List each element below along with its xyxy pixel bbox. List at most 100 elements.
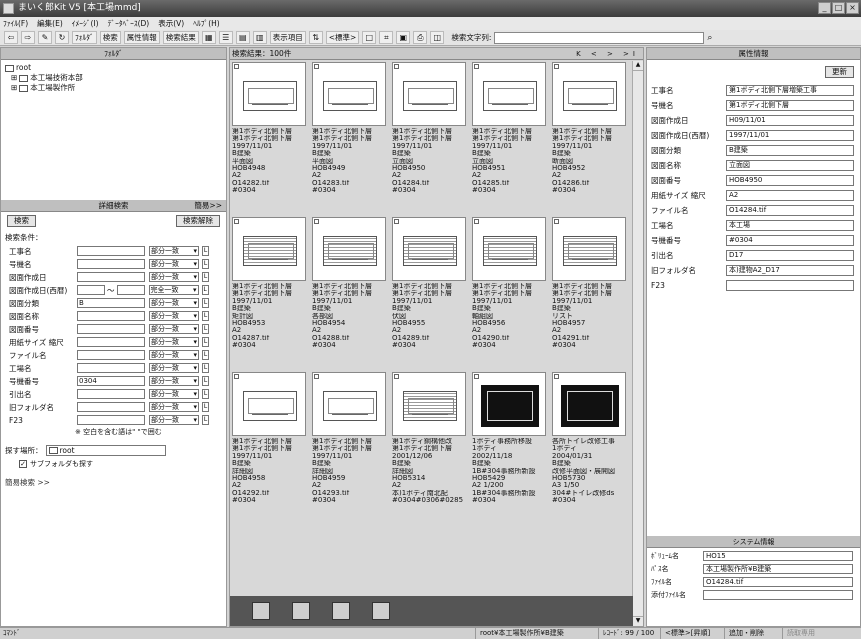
select-flag-icon[interactable] xyxy=(554,64,559,69)
results-button[interactable]: 検索結果 xyxy=(162,31,199,44)
scroll-up-icon[interactable]: ▲ xyxy=(633,61,643,71)
condition-input[interactable] xyxy=(77,246,145,256)
result-card[interactable]: 第1ボディ北側下層 第1ボディ北側下層 1997/11/01 B建築 立面図 HOB495… xyxy=(392,62,466,202)
drawing-thumbnail[interactable] xyxy=(472,372,546,436)
tree-node-root[interactable]: root xyxy=(5,63,222,73)
list-picker-icon[interactable]: L xyxy=(202,311,209,321)
detail-search-button[interactable]: 検索 xyxy=(7,215,36,227)
match-mode-select[interactable]: 部分一致 xyxy=(149,337,199,347)
select-flag-icon[interactable] xyxy=(474,374,479,379)
select-flag-icon[interactable] xyxy=(394,219,399,224)
list-picker-icon[interactable]: L xyxy=(202,402,209,412)
pencil-icon[interactable]: ✎ xyxy=(38,31,52,44)
result-card[interactable]: 第1ボディ北側下層 第1ボディ北側下層 1997/11/01 B建築 リスト HOB495… xyxy=(552,217,626,357)
save-icon[interactable]: ▣ xyxy=(396,31,411,44)
refresh-icon[interactable]: ↻ xyxy=(55,31,69,44)
forward-icon[interactable]: ⇨ xyxy=(21,31,35,44)
select-flag-icon[interactable] xyxy=(554,374,559,379)
result-card[interactable]: 第1ボディ北側下層 第1ボディ北側下層 1997/11/01 B建築 平面図 HOB494… xyxy=(312,62,386,202)
grid-view-icon[interactable]: ▦ xyxy=(201,31,216,44)
drawing-thumbnail[interactable] xyxy=(392,372,466,436)
drawing-thumbnail[interactable] xyxy=(392,217,466,281)
update-button[interactable]: 更新 xyxy=(825,66,854,78)
results-scrollbar[interactable]: ▲ ▼ xyxy=(632,61,643,626)
condition-input-to[interactable] xyxy=(116,285,145,295)
condition-input[interactable] xyxy=(77,415,145,425)
select-flag-icon[interactable] xyxy=(314,64,319,69)
list-picker-icon[interactable]: L xyxy=(202,389,209,399)
select-flag-icon[interactable] xyxy=(394,374,399,379)
close-icon[interactable]: × xyxy=(846,2,859,14)
condition-input[interactable] xyxy=(77,311,145,321)
sys-value-field[interactable]: O14284.tif xyxy=(703,576,853,587)
select-flag-icon[interactable] xyxy=(234,219,239,224)
select-flag-icon[interactable] xyxy=(314,374,319,379)
tree-node[interactable]: ⊞ 本工場製作所 xyxy=(5,83,222,93)
maximize-icon[interactable]: □ xyxy=(832,2,845,14)
result-card[interactable]: 第1ボディ北側下層 第1ボディ北側下層 1997/11/01 B建築 詳細図 HOB495… xyxy=(312,372,386,512)
match-mode-select[interactable]: 部分一致 xyxy=(149,246,199,256)
condition-input[interactable] xyxy=(77,350,145,360)
drawing-thumbnail[interactable] xyxy=(232,372,306,436)
select-flag-icon[interactable] xyxy=(474,64,479,69)
drawing-thumbnail[interactable] xyxy=(392,62,466,126)
condition-input[interactable] xyxy=(77,285,105,295)
drawing-thumbnail[interactable] xyxy=(232,217,306,281)
select-flag-icon[interactable] xyxy=(314,219,319,224)
drawing-thumbnail[interactable] xyxy=(552,372,626,436)
drawing-thumbnail[interactable] xyxy=(312,62,386,126)
menu-image[interactable]: ｲﾒｰｼﾞ(I) xyxy=(72,17,99,30)
match-mode-select[interactable]: 部分一致 xyxy=(149,376,199,386)
props-button[interactable]: 属性情報 xyxy=(123,31,160,44)
folder-button[interactable]: ﾌｫﾙﾀﾞ xyxy=(72,31,97,44)
user-tool-icon[interactable] xyxy=(332,602,350,620)
prop-value-field[interactable]: #0304 xyxy=(726,234,854,246)
match-mode-select[interactable]: 部分一致 xyxy=(149,298,199,308)
list-picker-icon[interactable]: L xyxy=(202,350,209,360)
match-mode-select[interactable]: 部分一致 xyxy=(149,311,199,321)
display-items-button[interactable]: 表示項目 xyxy=(269,31,306,44)
new-doc-icon[interactable]: □ xyxy=(362,31,377,44)
sys-value-field[interactable]: HO15 xyxy=(703,550,853,561)
edit-tool-icon[interactable] xyxy=(372,602,390,620)
match-mode-select[interactable]: 部分一致 xyxy=(149,415,199,425)
condition-input[interactable] xyxy=(77,363,145,373)
list-picker-icon[interactable]: L xyxy=(202,337,209,347)
scroll-down-icon[interactable]: ▼ xyxy=(633,616,643,626)
select-flag-icon[interactable] xyxy=(234,64,239,69)
list-picker-icon[interactable]: L xyxy=(202,376,209,386)
menu-database[interactable]: ﾃﾞｰﾀﾍﾞｰｽ(D) xyxy=(108,17,150,30)
prop-value-field[interactable]: HOB4950 xyxy=(726,174,854,186)
condition-input[interactable] xyxy=(77,259,145,269)
search-button[interactable]: 検索 xyxy=(99,31,121,44)
magnifier-icon[interactable]: ⌕ xyxy=(707,33,712,43)
result-card[interactable]: 第1ボディ北側下層 第1ボディ北側下層 1997/11/01 B建築 伏図 HOB4955… xyxy=(392,217,466,357)
clear-search-button[interactable]: 検索解除 xyxy=(176,215,220,227)
result-card[interactable]: 第1ボディ北側下層 第1ボディ北側下層 1997/11/01 B建築 各部図 HOB495… xyxy=(312,217,386,357)
result-card[interactable]: 第1ボディ鋼構他改 第1ボディ北側下層 2001/12/06 B建築 詳細図 HOB531… xyxy=(392,372,466,512)
sort-icon[interactable]: ⇅ xyxy=(308,31,323,44)
select-flag-icon[interactable] xyxy=(474,219,479,224)
simple-toggle-link[interactable]: 簡易>> xyxy=(194,200,222,212)
condition-input[interactable] xyxy=(77,389,145,399)
prop-value-field[interactable] xyxy=(726,279,854,291)
prop-value-field[interactable]: A2 xyxy=(726,189,854,201)
expand-icon[interactable]: ⊞ xyxy=(11,83,17,93)
back-icon[interactable]: ⇦ xyxy=(4,31,18,44)
match-mode-select[interactable]: 完全一致 xyxy=(148,285,199,295)
stamp-tool-icon[interactable] xyxy=(252,602,270,620)
search-string-input[interactable] xyxy=(494,31,705,44)
minimize-icon[interactable]: _ xyxy=(818,2,831,14)
drawing-thumbnail[interactable] xyxy=(312,372,386,436)
condition-input[interactable] xyxy=(77,272,145,282)
result-card[interactable]: 第1ボディ北側下層 第1ボディ北側下層 1997/11/01 B建築 平面図 HOB494… xyxy=(232,62,306,202)
condition-input[interactable] xyxy=(77,402,145,412)
prop-value-field[interactable]: 本工場 xyxy=(726,219,854,231)
prop-value-field[interactable]: H09/11/01 xyxy=(726,114,854,126)
select-flag-icon[interactable] xyxy=(394,64,399,69)
location-field[interactable]: root xyxy=(45,445,166,456)
result-card[interactable]: 第1ボディ北側下層 第1ボディ北側下層 1997/11/01 B建築 断面図 HOB495… xyxy=(552,62,626,202)
list-picker-icon[interactable]: L xyxy=(202,298,209,308)
prop-value-field[interactable]: O14284.tif xyxy=(726,204,854,216)
list-picker-icon[interactable]: L xyxy=(201,285,209,295)
